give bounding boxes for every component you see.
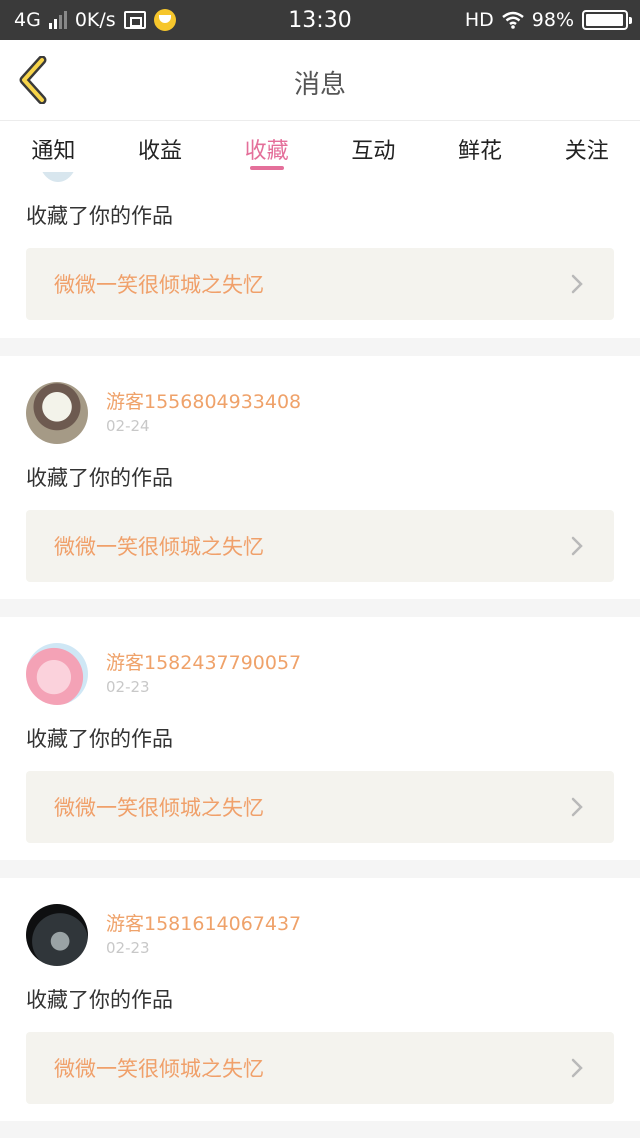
work-title: 微微一笑很倾城之失忆 xyxy=(54,796,264,820)
username[interactable]: 游客1581614067437 xyxy=(106,911,301,937)
chevron-right-icon xyxy=(571,536,583,556)
list-item: 游客1582437790057 02-23 收藏了你的作品 微微一笑很倾城之失忆 xyxy=(0,617,640,860)
hd-indicator: HD xyxy=(464,9,494,31)
action-text: 收藏了你的作品 xyxy=(26,988,173,1012)
wifi-icon xyxy=(501,11,524,29)
action-text: 收藏了你的作品 xyxy=(26,204,173,228)
work-link[interactable]: 微微一笑很倾城之失忆 xyxy=(26,1032,614,1104)
user-info: 游客1581614067437 02-23 xyxy=(26,904,301,966)
chevron-right-icon xyxy=(571,274,583,294)
page-title: 消息 xyxy=(293,70,346,100)
user-meta: 游客1582437790057 02-23 xyxy=(106,650,301,698)
work-title: 微微一笑很倾城之失忆 xyxy=(54,273,264,297)
app-header: 消息 xyxy=(0,40,640,120)
work-link[interactable]: 微微一笑很倾城之失忆 xyxy=(26,510,614,582)
list-item: 游客1556804933408 02-24 收藏了你的作品 微微一笑很倾城之失忆 xyxy=(0,356,640,599)
action-text: 收藏了你的作品 xyxy=(26,727,173,751)
action-text: 收藏了你的作品 xyxy=(26,466,173,490)
tab-follows[interactable]: 关注 xyxy=(533,121,640,172)
chevron-right-icon xyxy=(571,797,583,817)
user-meta: 游客1581614067437 02-23 xyxy=(106,911,301,959)
avatar[interactable] xyxy=(26,382,88,444)
back-arrow-icon xyxy=(19,55,47,105)
tab-notifications[interactable]: 通知 xyxy=(0,121,107,172)
date: 02-24 xyxy=(106,417,150,435)
user-meta: 游客1556804933408 02-24 xyxy=(106,389,301,437)
battery-icon xyxy=(582,10,632,30)
list-item: 游客1581614067437 02-23 收藏了你的作品 微微一笑很倾城之失忆 xyxy=(0,878,640,1121)
avatar xyxy=(38,172,78,182)
tab-bar: 通知 收益 收藏 互动 鲜花 关注 xyxy=(0,120,640,172)
status-bar: 4G 0K/s 13:30 HD 98% xyxy=(0,0,640,40)
work-link[interactable]: 微微一笑很倾城之失忆 xyxy=(26,248,614,320)
username[interactable]: 游客1556804933408 xyxy=(106,389,301,415)
work-title: 微微一笑很倾城之失忆 xyxy=(54,1057,264,1081)
list-item: 收藏了你的作品 微微一笑很倾城之失忆 xyxy=(0,172,640,338)
date: 02-23 xyxy=(106,939,150,957)
chevron-right-icon xyxy=(571,1058,583,1078)
back-button[interactable] xyxy=(14,55,54,105)
user-info: 游客1582437790057 02-23 xyxy=(26,643,301,705)
username[interactable]: 游客1582437790057 xyxy=(106,650,301,676)
tab-flowers[interactable]: 鲜花 xyxy=(427,121,534,172)
avatar[interactable] xyxy=(26,904,88,966)
message-list[interactable]: 收藏了你的作品 微微一笑很倾城之失忆 游客1556804933408 02-24… xyxy=(0,172,640,1138)
user-info: 游客1556804933408 02-24 xyxy=(26,382,301,444)
date: 02-23 xyxy=(106,678,150,696)
tab-favorites[interactable]: 收藏 xyxy=(213,121,320,172)
tab-earnings[interactable]: 收益 xyxy=(107,121,214,172)
status-right: HD 98% xyxy=(464,9,632,31)
battery-percent: 98% xyxy=(531,9,574,31)
avatar[interactable] xyxy=(26,643,88,705)
work-title: 微微一笑很倾城之失忆 xyxy=(54,535,264,559)
tab-interactions[interactable]: 互动 xyxy=(320,121,427,172)
work-link[interactable]: 微微一笑很倾城之失忆 xyxy=(26,771,614,843)
